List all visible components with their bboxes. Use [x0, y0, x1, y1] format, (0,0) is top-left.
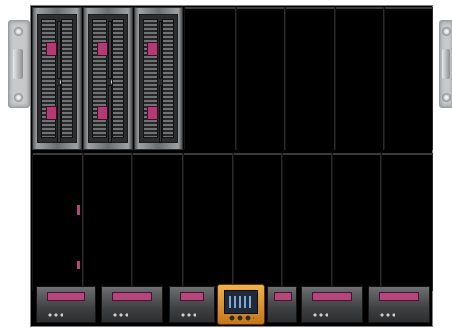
lcd-screen: [224, 290, 258, 314]
power-supply-icon[interactable]: [267, 286, 297, 323]
empty-bay[interactable]: [332, 153, 381, 291]
power-supply-icon[interactable]: [101, 286, 163, 323]
status-led-icon: [112, 313, 128, 317]
right-rack-ear-icon: [439, 20, 452, 108]
empty-bay[interactable]: [236, 7, 285, 150]
blade-faceplate: [88, 14, 128, 143]
empty-bay[interactable]: [384, 7, 433, 150]
empty-bay[interactable]: [183, 153, 233, 291]
module-handle[interactable]: [47, 292, 85, 301]
vent-icon: [61, 19, 73, 138]
module-handle[interactable]: [379, 292, 419, 301]
empty-bay[interactable]: [132, 153, 183, 291]
status-led-icon: [379, 313, 395, 317]
blade-server-1[interactable]: [32, 7, 82, 150]
lcd-display-icon[interactable]: [217, 284, 265, 325]
status-led-icon: [180, 313, 196, 317]
power-supply-icon[interactable]: [368, 286, 430, 323]
module-handle[interactable]: [180, 292, 204, 301]
rack-handle-icon[interactable]: [13, 49, 23, 79]
module-handle[interactable]: [274, 292, 292, 301]
upper-bay-row: [32, 7, 433, 150]
vent-icon: [162, 19, 174, 138]
drive-tag: [97, 106, 108, 120]
drive-tag: [46, 42, 57, 56]
power-supply-icon[interactable]: [169, 286, 215, 323]
module-handle[interactable]: [312, 292, 352, 301]
status-led-icon: [47, 313, 63, 317]
empty-bay[interactable]: [83, 153, 132, 291]
screw-icon: [14, 93, 23, 102]
empty-bay[interactable]: [381, 153, 433, 291]
drive-tag: [147, 106, 158, 120]
lower-bay-row: [32, 153, 433, 291]
empty-bay[interactable]: [233, 153, 282, 291]
drive-tag: [147, 42, 158, 56]
empty-bay[interactable]: [32, 153, 83, 291]
bay-marker: [77, 205, 80, 215]
left-rack-ear-icon: [8, 20, 30, 108]
blade-server-2[interactable]: [83, 7, 133, 150]
bay-marker: [77, 261, 80, 269]
power-supply-icon[interactable]: [301, 286, 363, 323]
drive-tag: [46, 106, 57, 120]
vent-icon: [92, 19, 107, 138]
vent-icon: [41, 19, 56, 138]
screw-icon: [442, 93, 451, 102]
empty-bay[interactable]: [285, 7, 335, 150]
empty-bay[interactable]: [282, 153, 332, 291]
vent-icon: [112, 19, 124, 138]
module-handle[interactable]: [112, 292, 152, 301]
blade-faceplate: [139, 14, 178, 143]
lcd-buttons[interactable]: [228, 315, 254, 321]
empty-bay[interactable]: [184, 7, 236, 150]
power-supply-icon[interactable]: [36, 286, 96, 323]
status-led-icon: [312, 313, 328, 317]
screw-icon: [442, 27, 451, 36]
vent-icon: [143, 19, 158, 138]
empty-bay[interactable]: [335, 7, 384, 150]
rack-handle-icon[interactable]: [442, 49, 450, 79]
blade-server-3[interactable]: [134, 7, 183, 150]
enclosure-chassis: [30, 5, 433, 327]
screw-icon: [14, 27, 23, 36]
blade-faceplate: [37, 14, 77, 143]
drive-tag: [97, 42, 108, 56]
blade-enclosure: [0, 0, 452, 329]
